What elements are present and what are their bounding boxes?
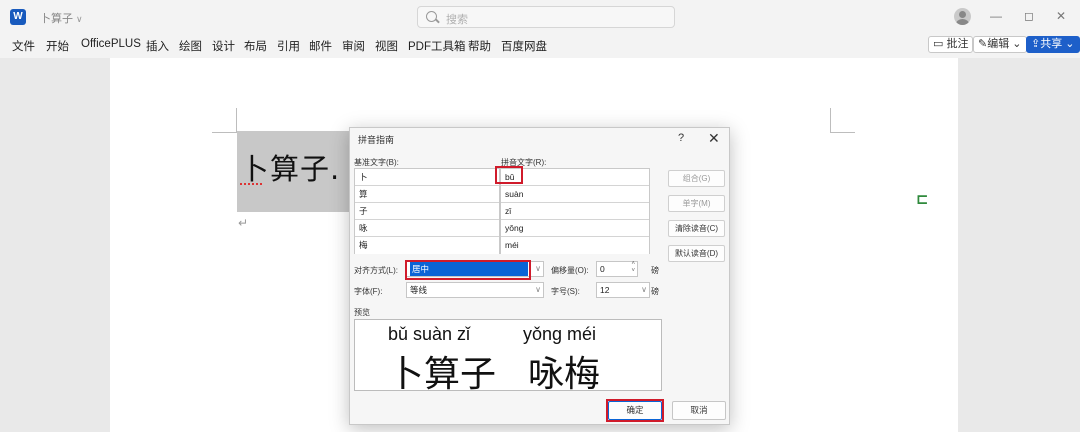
size-value: 12: [600, 285, 610, 295]
clear-reading-button[interactable]: 清除读音(C): [668, 220, 725, 237]
restore-button[interactable]: ◻: [1024, 10, 1034, 22]
search-icon: [426, 11, 437, 22]
mono-button[interactable]: 单字(M): [668, 195, 725, 212]
cancel-button[interactable]: 取消: [672, 401, 726, 420]
search-placeholder: 搜索: [446, 14, 468, 26]
group-button[interactable]: 组合(G): [668, 170, 725, 187]
menu-layout[interactable]: 布局: [244, 38, 267, 54]
offset-label: 偏移量(O):: [551, 266, 589, 275]
base-text-cell[interactable]: 算: [355, 186, 499, 203]
title-bar: W 卜算子 ∨ 搜索 — ◻ ✕: [0, 0, 1080, 34]
preview-pinyin: yǒng méi: [523, 324, 597, 344]
phonetic-guide-dialog: 拼音指南 ? ✕ 基准文字(B): 拼音文字(R): 卜 算 子 咏 梅 bǔ …: [349, 127, 730, 425]
menu-pdf-toolbox[interactable]: PDF工具箱: [408, 38, 466, 54]
spelling-squiggle: [240, 181, 262, 185]
font-select[interactable]: 等线 ∨: [406, 282, 544, 298]
user-avatar-icon[interactable]: [954, 8, 971, 25]
menu-home[interactable]: 开始: [46, 38, 69, 54]
word-icon: W: [10, 9, 29, 25]
menu-design[interactable]: 设计: [212, 38, 235, 54]
chevron-down-icon: ∨: [535, 264, 541, 273]
menu-officeplus[interactable]: OfficePLUS: [81, 38, 141, 50]
menu-review[interactable]: 审阅: [342, 38, 365, 54]
base-text-label: 基准文字(B):: [354, 158, 399, 167]
alignment-label: 对齐方式(L):: [354, 266, 398, 275]
dialog-title: 拼音指南: [358, 135, 395, 145]
search-box[interactable]: 搜索: [417, 6, 675, 28]
offset-value: 0: [600, 264, 605, 274]
preview-label: 预览: [354, 308, 370, 317]
preview-box: bǔ suàn zǐ yǒng méi 卜算子 咏梅: [354, 319, 662, 395]
crop-mark: [830, 108, 831, 132]
size-select[interactable]: 12 ∨: [596, 282, 650, 298]
ruby-text-cell[interactable]: bǔ: [501, 169, 649, 186]
ruby-text-cell[interactable]: zǐ: [501, 203, 649, 220]
menu-help[interactable]: 帮助: [468, 38, 491, 54]
chevron-down-icon: ∨: [76, 14, 83, 24]
ruby-text-cell[interactable]: yǒng: [501, 220, 649, 237]
preview-characters: 咏梅: [528, 354, 601, 395]
base-text-cell[interactable]: 咏: [355, 220, 499, 237]
size-unit: 磅: [651, 287, 659, 296]
pencil-icon: ✎: [978, 38, 988, 50]
default-reading-button[interactable]: 默认读音(D): [668, 245, 725, 262]
crop-mark: [830, 132, 855, 133]
dialog-close-button[interactable]: ✕: [708, 130, 720, 147]
menu-view[interactable]: 视图: [375, 38, 398, 54]
spinner-arrows-icon[interactable]: ˄ ˅: [631, 261, 635, 275]
base-text-cell[interactable]: 子: [355, 203, 499, 220]
ribbon-menu-bar: 文件 开始 OfficePLUS 插入 绘图 设计 布局 引用 邮件 审阅 视图…: [0, 34, 1080, 56]
menu-file[interactable]: 文件: [12, 38, 35, 54]
comment-button[interactable]: ▭ 批注: [928, 36, 974, 53]
base-text-list: 卜 算 子 咏 梅: [354, 168, 500, 254]
chevron-down-icon: ∨: [535, 285, 541, 294]
offset-spinner[interactable]: 0 ˄ ˅: [596, 261, 638, 277]
crop-mark: [236, 108, 237, 132]
share-label: 共享: [1040, 38, 1063, 50]
edit-button[interactable]: ✎编辑 ⌄: [973, 36, 1027, 53]
size-label: 字号(S):: [551, 287, 580, 296]
preview-characters: 卜算子: [388, 354, 497, 395]
annotation-highlight-box: [495, 166, 523, 184]
menu-draw[interactable]: 绘图: [179, 38, 202, 54]
document-title[interactable]: 卜算子 ∨: [40, 10, 83, 26]
menu-mailings[interactable]: 邮件: [309, 38, 332, 54]
base-text-cell[interactable]: 卜: [355, 169, 499, 186]
share-button[interactable]: ⇪共享 ⌄: [1026, 36, 1080, 53]
base-text-cell[interactable]: 梅: [355, 237, 499, 254]
edit-label: 编辑: [987, 38, 1010, 50]
font-value: 等线: [410, 285, 428, 295]
share-icon: ⇪: [1031, 38, 1041, 50]
help-button[interactable]: ?: [678, 132, 684, 144]
menu-baidu-netdisk[interactable]: 百度网盘: [501, 38, 547, 54]
comment-label: 批注: [946, 38, 969, 50]
offset-unit: 磅: [651, 266, 659, 275]
paragraph-mark-icon: ↵: [238, 216, 249, 230]
annotation-highlight-box: [606, 399, 664, 422]
chevron-down-icon: ∨: [641, 285, 647, 294]
menu-insert[interactable]: 插入: [146, 38, 169, 54]
ruby-text-cell[interactable]: suàn: [501, 186, 649, 203]
add-comment-icon[interactable]: ⊏: [916, 190, 929, 208]
annotation-highlight-box: [405, 260, 531, 280]
close-button[interactable]: ✕: [1056, 10, 1066, 22]
crop-mark: [212, 132, 237, 133]
menu-references[interactable]: 引用: [277, 38, 300, 54]
ruby-text-cell[interactable]: méi: [501, 237, 649, 254]
comment-icon: ▭: [933, 38, 944, 50]
minimize-button[interactable]: —: [990, 10, 1002, 22]
preview-pinyin: bǔ suàn zǐ: [388, 324, 471, 344]
font-label: 字体(F):: [354, 287, 383, 296]
